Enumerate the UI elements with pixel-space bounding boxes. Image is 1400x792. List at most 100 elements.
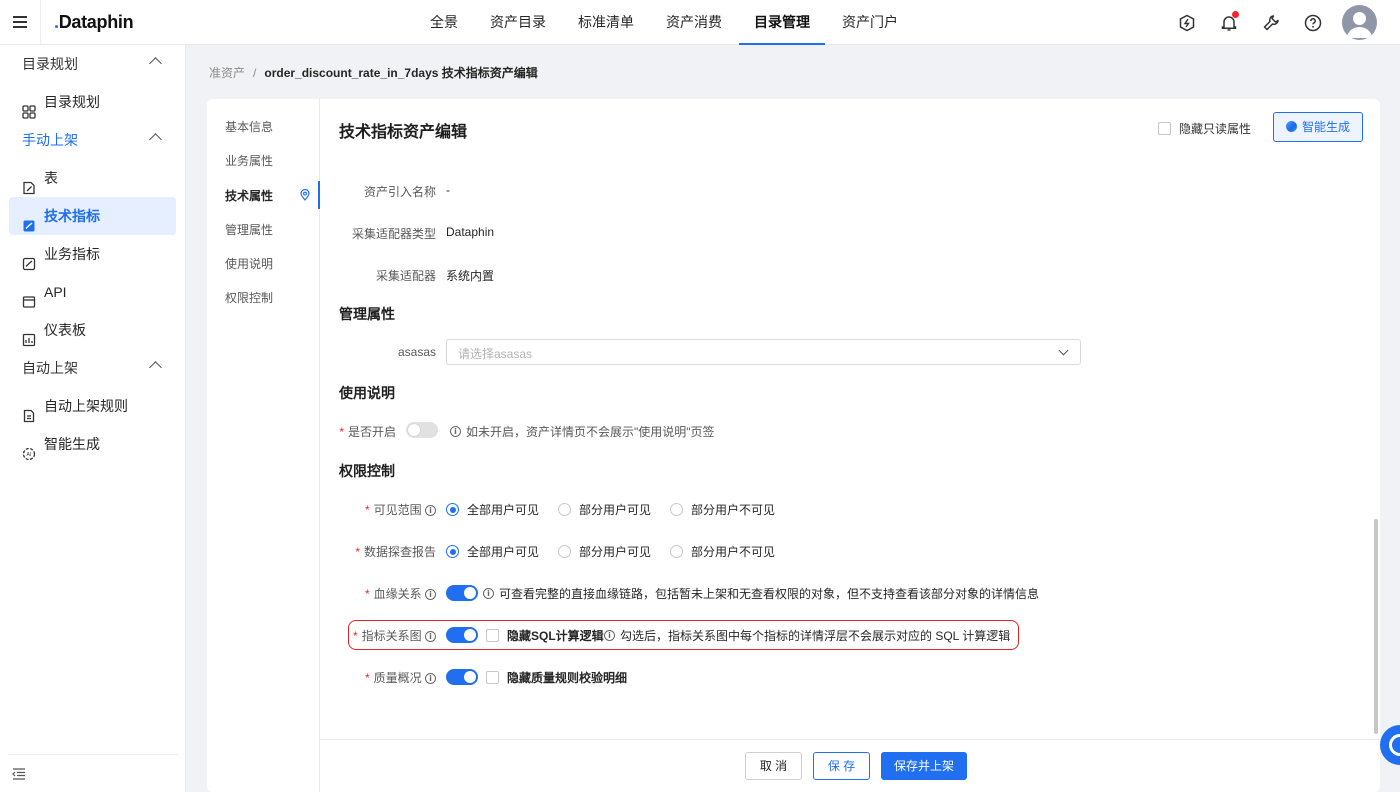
adapter-type-label: 采集适配器类型 — [351, 227, 436, 241]
ai-gear-icon: AI — [22, 437, 36, 461]
usage-toggle[interactable] — [406, 422, 438, 438]
metric-graph-toggle[interactable] — [446, 627, 478, 643]
lineage-label: * 血缘关系 i — [338, 585, 436, 602]
nav-asset-portal[interactable]: 资产门户 — [827, 0, 913, 45]
assistant-float-button[interactable] — [1380, 725, 1400, 765]
power-icon[interactable] — [1176, 12, 1198, 34]
main-nav: 全景 资产目录 标准清单 资产消费 目录管理 资产门户 — [415, 0, 915, 45]
lineage-toggle[interactable] — [446, 585, 478, 601]
anchor-business-attrs[interactable]: 业务属性 — [225, 144, 315, 178]
quality-toggle[interactable] — [446, 669, 478, 685]
sidebar-item-tech-metric[interactable]: 技术指标 — [9, 197, 176, 235]
adapter-type-value: Dataphin — [446, 225, 495, 239]
asset-ref-label: 资产引入名称 — [363, 185, 436, 199]
usage-note: i 如未开启，资产详情页不会展示"使用说明"页签 — [450, 423, 715, 440]
sidebar-item-dashboard[interactable]: 仪表板 — [9, 311, 176, 349]
breadcrumb-separator: / — [253, 66, 257, 80]
hide-quality-checkbox[interactable]: 隐藏质量规则校验明细 — [486, 669, 627, 686]
bell-icon[interactable] — [1218, 11, 1240, 34]
chevron-up-icon — [149, 57, 162, 70]
anchor-basic-info[interactable]: 基本信息 — [225, 110, 315, 144]
checkbox-box[interactable] — [1158, 122, 1171, 136]
visibility-exclude[interactable]: 部分用户不可见 — [670, 501, 775, 518]
visibility-partial[interactable]: 部分用户可见 — [558, 501, 651, 518]
smart-generate-button[interactable]: 智能生成 — [1273, 112, 1363, 142]
wrench-icon[interactable] — [1260, 12, 1282, 34]
sidebar-group-catalog-planning[interactable]: 目录规划 — [0, 45, 186, 83]
section-usage: 使用说明 — [339, 385, 395, 401]
section-mgmt-attrs: 管理属性 — [339, 306, 395, 322]
anchor-active-indicator — [318, 181, 320, 209]
metric-graph-label: * 指标关系图 i — [338, 627, 436, 644]
sidebar-item-smart-generate[interactable]: AI 智能生成 — [9, 425, 176, 463]
adapter-label: 采集适配器 — [375, 269, 436, 283]
enable-label: * 是否开启 — [339, 425, 396, 439]
visibility-label: * 可见范围 i — [338, 501, 436, 518]
top-header: .Dataphin 全景 资产目录 标准清单 资产消费 目录管理 资产门户 — [0, 0, 1400, 45]
chevron-down-icon — [1058, 345, 1069, 356]
nav-standard-list[interactable]: 标准清单 — [563, 0, 649, 45]
hamburger-menu-icon[interactable] — [10, 12, 30, 32]
save-button[interactable]: 保 存 — [813, 752, 870, 780]
hide-readonly-label: 隐藏只读属性 — [1179, 122, 1252, 136]
asset-ref-value: - — [446, 183, 450, 197]
explore-partial[interactable]: 部分用户可见 — [558, 543, 651, 560]
explore-report-label: * 数据探查报告 — [355, 545, 436, 559]
explore-exclude[interactable]: 部分用户不可见 — [670, 543, 775, 560]
info-icon: i — [604, 630, 615, 642]
asasas-select[interactable]: 请选择asasas — [446, 339, 1081, 365]
metric-doc-icon — [22, 209, 36, 232]
header-divider — [40, 0, 41, 45]
edit-card: 基本信息 业务属性 技术属性 管理属性 使用说明 权限控制 技术指标资产编辑 隐… — [207, 99, 1380, 792]
form-footer: 取 消 保 存 保存并上架 — [320, 739, 1380, 792]
visibility-all[interactable]: 全部用户可见 — [446, 501, 539, 518]
chevron-up-icon — [149, 133, 162, 146]
svg-text:AI: AI — [27, 452, 32, 458]
sidebar-group-auto-listing[interactable]: 自动上架 — [0, 349, 186, 387]
info-icon: i — [450, 426, 461, 438]
sidebar-item-table[interactable]: 表 — [9, 159, 176, 197]
dataphin-logo[interactable]: .Dataphin — [54, 12, 134, 33]
breadcrumb-parent[interactable]: 准资产 — [209, 66, 245, 80]
save-publish-button[interactable]: 保存并上架 — [881, 752, 967, 780]
nav-catalog-management[interactable]: 目录管理 — [739, 0, 825, 45]
api-icon — [22, 285, 36, 308]
sidebar-footer — [9, 754, 179, 792]
help-icon[interactable] — [1302, 12, 1324, 34]
anchor-permission[interactable]: 权限控制 — [225, 281, 315, 315]
sidebar-item-catalog-planning[interactable]: 目录规划 — [9, 83, 176, 121]
asasas-label: asasas — [397, 345, 436, 359]
nav-asset-catalog[interactable]: 资产目录 — [475, 0, 561, 45]
collapse-sidebar-icon[interactable] — [12, 767, 26, 781]
dashboard-icon — [22, 323, 36, 347]
hide-sql-checkbox[interactable]: 隐藏SQL计算逻辑 — [486, 627, 604, 644]
left-sidebar: 目录规划 目录规划 手动上架 表 技术指标 业务指标 API 仪表板 自动上架 … — [0, 45, 186, 792]
nav-overview[interactable]: 全景 — [415, 0, 473, 45]
ai-sparkle-icon — [1285, 121, 1297, 132]
user-avatar[interactable] — [1342, 5, 1377, 40]
sidebar-item-api[interactable]: API — [9, 273, 176, 311]
business-metric-icon — [22, 247, 36, 271]
cancel-button[interactable]: 取 消 — [745, 752, 802, 780]
vertical-scrollbar[interactable] — [1374, 519, 1378, 734]
hide-readonly-checkbox[interactable]: 隐藏只读属性 — [1158, 120, 1251, 137]
edit-doc-icon — [22, 171, 36, 195]
info-icon: i — [425, 673, 436, 685]
anchor-usage[interactable]: 使用说明 — [225, 247, 315, 281]
explore-all[interactable]: 全部用户可见 — [446, 543, 539, 560]
sidebar-item-business-metric[interactable]: 业务指标 — [9, 235, 176, 273]
breadcrumb: 准资产 / order_discount_rate_in_7days 技术指标资产编… — [209, 64, 538, 81]
info-icon: i — [483, 588, 494, 600]
sidebar-item-auto-rules[interactable]: 自动上架规则 — [9, 387, 176, 425]
breadcrumb-current: order_discount_rate_in_7days 技术指标资产编辑 — [264, 66, 538, 80]
nav-asset-consumption[interactable]: 资产消费 — [651, 0, 737, 45]
anchor-mgmt-attrs[interactable]: 管理属性 — [225, 213, 315, 247]
grid-icon — [22, 95, 36, 119]
adapter-value: 系统内置 — [446, 269, 495, 283]
info-icon: i — [425, 505, 436, 517]
location-pin-icon — [299, 188, 311, 201]
info-icon: i — [425, 589, 436, 601]
notification-badge — [1232, 11, 1239, 18]
rules-doc-icon — [22, 399, 36, 423]
sidebar-group-manual-listing[interactable]: 手动上架 — [0, 121, 186, 159]
